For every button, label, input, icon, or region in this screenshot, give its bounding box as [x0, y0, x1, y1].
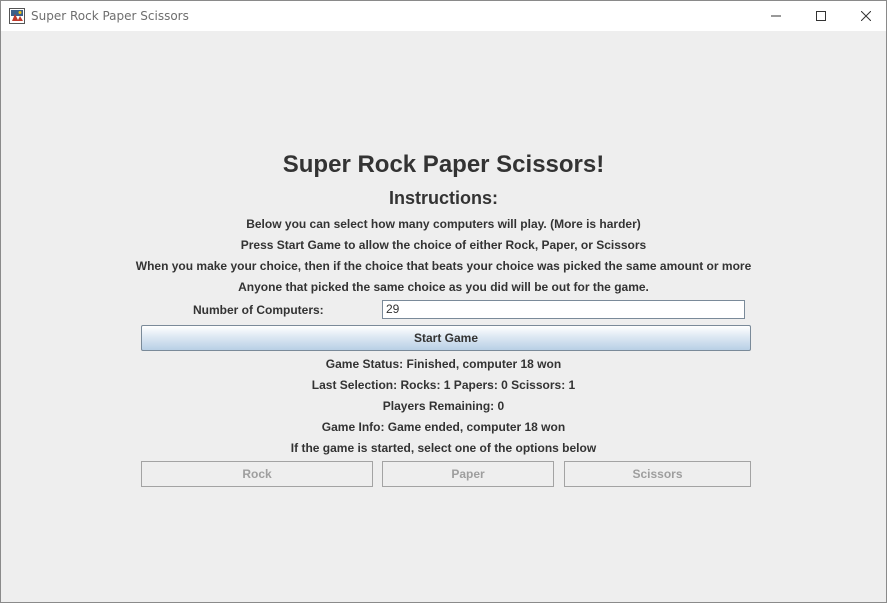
instructions-heading: Instructions: — [388, 188, 498, 208]
last-selection: Last Selection: Rocks: 1 Papers: 0 Sciss… — [311, 378, 576, 392]
maximize-icon — [816, 11, 826, 21]
num-computers-input[interactable] — [382, 300, 745, 319]
java-app-icon — [9, 8, 25, 24]
rock-button[interactable]: Rock — [141, 461, 373, 487]
maximize-button[interactable] — [798, 1, 844, 31]
game-title: Super Rock Paper Scissors! — [282, 151, 605, 178]
paper-button[interactable]: Paper — [382, 461, 554, 487]
instruction-line: Press Start Game to allow the choice of … — [240, 238, 647, 252]
instruction-line: When you make your choice, then if the c… — [135, 259, 752, 273]
game-status: Game Status: Finished, computer 18 won — [325, 357, 562, 371]
close-icon — [861, 11, 871, 21]
game-info: Game Info: Game ended, computer 18 won — [321, 420, 566, 434]
content-panel: Super Rock Paper Scissors! Instructions:… — [1, 31, 886, 602]
close-button[interactable] — [843, 1, 887, 31]
start-game-button[interactable]: Start Game — [141, 325, 751, 351]
instruction-line: Below you can select how many computers … — [246, 217, 641, 231]
num-computers-label: Number of Computers: — [193, 303, 324, 317]
window-title: Super Rock Paper Scissors — [31, 9, 189, 23]
scissors-button[interactable]: Scissors — [564, 461, 751, 487]
minimize-icon — [771, 11, 781, 21]
minimize-button[interactable] — [753, 1, 799, 31]
players-remaining: Players Remaining: 0 — [382, 399, 505, 413]
choice-prompt: If the game is started, select one of th… — [290, 441, 597, 455]
instruction-line: Anyone that picked the same choice as yo… — [238, 280, 649, 294]
app-window: Super Rock Paper Scissors Super Rock Pap… — [0, 0, 887, 603]
title-bar[interactable]: Super Rock Paper Scissors — [1, 1, 886, 31]
